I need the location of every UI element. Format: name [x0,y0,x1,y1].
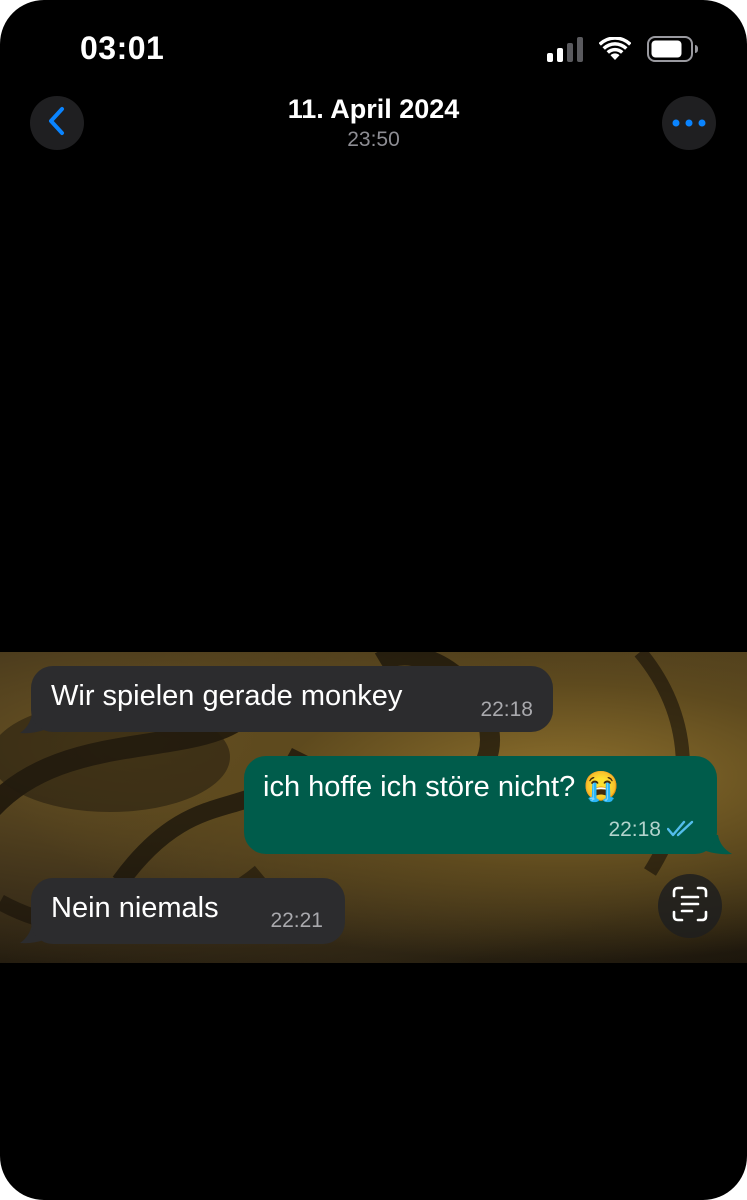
more-options-button[interactable] [662,96,716,150]
message-text: ich hoffe ich störe nicht? 😭 [263,771,620,803]
photo-viewer-screen: 03:01 11. April 2024 23:50 Wir spielen g… [0,0,747,1200]
status-bar-icons [547,36,699,62]
header-subtitle: 23:50 [347,128,400,151]
ellipsis-icon [672,114,706,132]
battery-icon [647,36,699,62]
wifi-icon [599,37,631,61]
message-text: Nein niemals [51,892,219,924]
message-bubble-incoming[interactable]: Nein niemals 22:21 [31,878,345,944]
status-bar-time: 03:01 [80,30,165,66]
message-text: Wir spielen gerade monkey [51,680,403,712]
read-receipt-double-check-icon [666,820,697,843]
photo-image[interactable]: Wir spielen gerade monkey 22:18 ich hoff… [0,652,747,963]
message-time: 22:21 [270,909,323,932]
cellular-signal-icon [547,36,583,62]
message-bubble-incoming[interactable]: Wir spielen gerade monkey 22:18 [31,666,553,732]
header-title: 11. April 2024 [287,94,460,124]
live-text-button[interactable] [658,874,722,938]
message-time: 22:18 [480,698,533,721]
live-text-scan-icon [672,886,708,927]
message-bubble-outgoing[interactable]: ich hoffe ich störe nicht? 😭 22:18 [244,756,717,854]
message-time: 22:18 [608,818,661,841]
